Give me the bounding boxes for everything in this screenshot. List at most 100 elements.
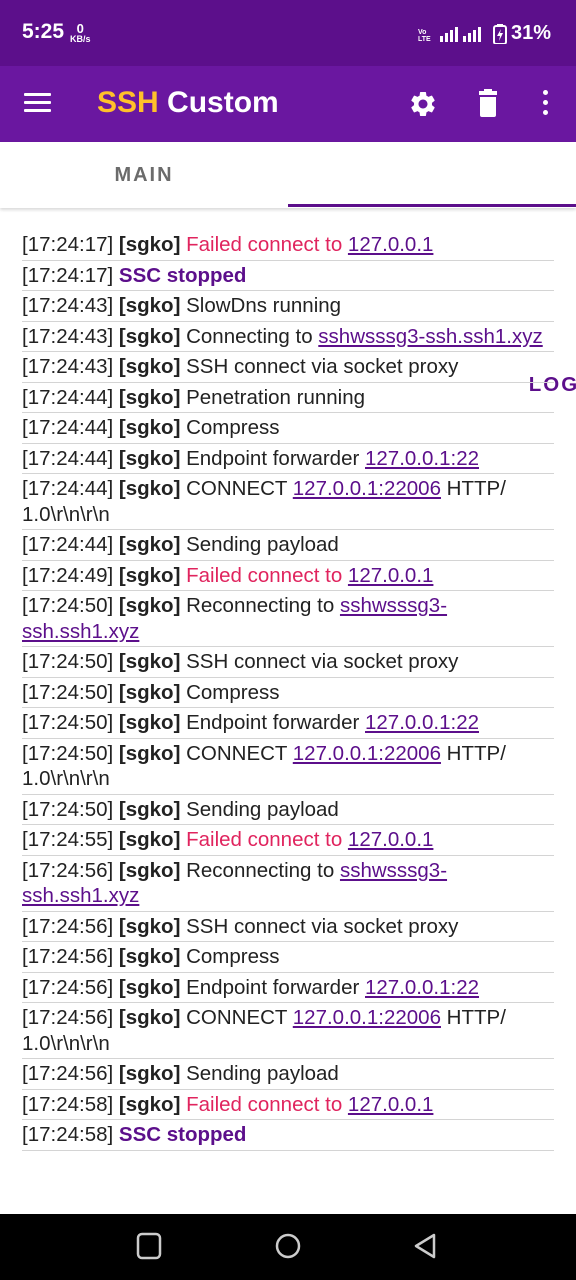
- log-message: SSH connect via socket proxy: [186, 355, 459, 378]
- status-bar: 5:25 0 KB/s Vo LTE 31%: [0, 0, 576, 66]
- log-tag: [sgko]: [118, 385, 187, 409]
- log-entry: [17:24:43] [sgko] SSH connect via socket…: [22, 352, 554, 383]
- log-tag: [sgko]: [118, 650, 187, 673]
- log-link[interactable]: 127.0.0.1:22006: [293, 477, 441, 500]
- log-link[interactable]: 127.0.0.1: [348, 1093, 434, 1116]
- log-tag: [sgko]: [118, 594, 187, 617]
- log-link[interactable]: 127.0.0.1:22006: [293, 1006, 441, 1029]
- log-tag: [sgko]: [118, 233, 187, 256]
- log-message: Connecting to: [186, 324, 319, 348]
- log-timestamp: [17:24:44]: [22, 533, 119, 556]
- log-link[interactable]: 127.0.0.1:22: [365, 711, 479, 734]
- gear-icon[interactable]: [408, 89, 438, 119]
- log-timestamp: [17:24:50]: [22, 680, 119, 704]
- log-entry: [17:24:58] SSC stopped: [22, 1120, 554, 1151]
- log-message: Compress: [186, 680, 280, 704]
- log-tag: [sgko]: [118, 416, 187, 439]
- log-message: SSC stopped: [118, 263, 247, 287]
- log-timestamp: [17:24:58]: [22, 1123, 119, 1146]
- log-timestamp: [17:24:56]: [22, 858, 119, 882]
- log-entry: [17:24:44] [sgko] Penetration running: [22, 383, 554, 413]
- log-entry: [17:24:56] [sgko] Compress: [22, 942, 554, 973]
- log-message: Endpoint forwarder: [186, 711, 365, 734]
- log-entry: [17:24:50] [sgko] SSH connect via socket…: [22, 647, 554, 678]
- network-speed: 0 KB/s: [70, 22, 91, 44]
- log-message: Penetration running: [186, 385, 366, 409]
- log-link[interactable]: 127.0.0.1:22: [365, 447, 479, 470]
- log-entry: [17:24:50] [sgko] Sending payload: [22, 795, 554, 825]
- log-timestamp: [17:24:50]: [22, 594, 119, 617]
- log-link[interactable]: sshwsssg3-ssh.ssh1.xyz: [318, 325, 542, 348]
- back-icon[interactable]: [412, 1232, 438, 1260]
- log-message: SlowDns running: [186, 294, 342, 317]
- log-message: SSH connect via socket proxy: [186, 650, 459, 673]
- log-timestamp: [17:24:43]: [22, 294, 119, 317]
- log-tag: [sgko]: [118, 975, 187, 999]
- more-vert-icon[interactable]: [538, 90, 552, 118]
- log-message: CONNECT: [186, 1006, 293, 1029]
- log-timestamp: [17:24:56]: [22, 914, 119, 938]
- log-message: Sending payload: [186, 533, 339, 556]
- log-tag: [sgko]: [118, 446, 187, 470]
- log-tag: [sgko]: [118, 1062, 187, 1085]
- log-message: Reconnecting to: [186, 594, 340, 617]
- log-entry: [17:24:43] [sgko] SlowDns running: [22, 291, 554, 322]
- log-timestamp: [17:24:17]: [22, 233, 119, 256]
- log-tag: [sgko]: [118, 828, 187, 851]
- tab-main[interactable]: MAIN: [0, 142, 288, 208]
- recents-icon[interactable]: [136, 1232, 162, 1260]
- app-bar: SSH Custom: [0, 66, 576, 142]
- log-tag: [sgko]: [118, 563, 187, 587]
- log-entry: [17:24:17] SSC stopped: [22, 261, 554, 291]
- navigation-bar: [0, 1214, 576, 1280]
- log-tag: [sgko]: [118, 945, 187, 968]
- log-timestamp: [17:24:50]: [22, 711, 119, 734]
- log-timestamp: [17:24:50]: [22, 797, 119, 821]
- log-timestamp: [17:24:44]: [22, 477, 119, 500]
- log-list[interactable]: [17:24:17] [sgko] Failed connect to 127.…: [22, 230, 554, 1151]
- log-entry: [17:24:56] [sgko] CONNECT 127.0.0.1:2200…: [22, 1003, 554, 1059]
- log-link[interactable]: 127.0.0.1:22: [365, 976, 479, 999]
- log-tag: [sgko]: [118, 797, 187, 821]
- home-icon[interactable]: [274, 1232, 302, 1260]
- log-message: Compress: [186, 945, 280, 968]
- tab-indicator: [288, 204, 576, 207]
- log-tag: [sgko]: [118, 533, 187, 556]
- log-entry: [17:24:44] [sgko] Compress: [22, 413, 554, 444]
- log-timestamp: [17:24:56]: [22, 975, 119, 999]
- log-link[interactable]: 127.0.0.1: [348, 564, 434, 587]
- log-timestamp: [17:24:44]: [22, 385, 119, 409]
- log-timestamp: [17:24:58]: [22, 1092, 119, 1116]
- hamburger-icon[interactable]: [24, 91, 52, 115]
- network-speed-unit: KB/s: [70, 34, 91, 44]
- log-message: Sending payload: [186, 797, 339, 821]
- status-time: 5:25: [22, 20, 65, 43]
- log-timestamp: [17:24:44]: [22, 416, 119, 439]
- trash-icon[interactable]: [476, 89, 500, 119]
- log-tag: [sgko]: [118, 914, 187, 938]
- log-entry: [17:24:56] [sgko] SSH connect via socket…: [22, 912, 554, 942]
- log-entry: [17:24:44] [sgko] Endpoint forwarder 127…: [22, 444, 554, 474]
- log-timestamp: [17:24:55]: [22, 828, 119, 851]
- log-link[interactable]: 127.0.0.1: [348, 233, 434, 256]
- log-entry: [17:24:50] [sgko] Compress: [22, 678, 554, 708]
- log-link[interactable]: 127.0.0.1: [348, 828, 434, 851]
- log-timestamp: [17:24:43]: [22, 324, 119, 348]
- log-tag: [sgko]: [118, 1092, 187, 1116]
- log-entry: [17:24:49] [sgko] Failed connect to 127.…: [22, 561, 554, 591]
- log-message: Endpoint forwarder: [186, 975, 365, 999]
- log-entry: [17:24:56] [sgko] Sending payload: [22, 1059, 554, 1090]
- app-title: SSH Custom: [97, 86, 279, 120]
- log-link[interactable]: 127.0.0.1:22006: [293, 742, 441, 765]
- log-entry: [17:24:44] [sgko] Sending payload: [22, 530, 554, 561]
- log-timestamp: [17:24:43]: [22, 355, 119, 378]
- log-entry: [17:24:43] [sgko] Connecting to sshwsssg…: [22, 322, 554, 352]
- battery-charging-icon: [493, 24, 507, 44]
- battery-percent: 31%: [511, 22, 552, 44]
- log-timestamp: [17:24:50]: [22, 650, 119, 673]
- log-tag: [sgko]: [118, 858, 187, 882]
- log-timestamp: [17:24:56]: [22, 945, 119, 968]
- log-entry: [17:24:50] [sgko] Reconnecting to sshwss…: [22, 591, 554, 647]
- log-message: Endpoint forwarder: [186, 446, 365, 470]
- app-title-custom: Custom: [158, 86, 279, 119]
